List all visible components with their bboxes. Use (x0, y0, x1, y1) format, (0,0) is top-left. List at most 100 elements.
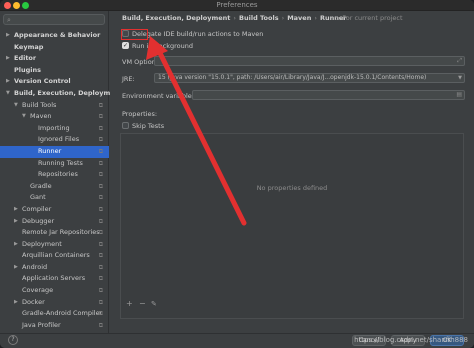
project-scope-icon: ⧉ (98, 321, 103, 329)
chevron-down-icon[interactable]: ▼ (14, 100, 18, 112)
sidebar-item-label: Version Control (14, 77, 71, 86)
chevron-down-icon[interactable]: ▼ (22, 111, 26, 123)
sidebar-item-gradle[interactable]: Gradle ⧉ (0, 181, 109, 193)
sidebar-item-label: Java Profiler (22, 320, 61, 329)
project-scope-icon: ⧉ (98, 159, 103, 167)
sidebar-item-gant[interactable]: Gant ⧉ (0, 192, 109, 204)
project-scope-icon: ⧉ (98, 136, 103, 144)
jre-select[interactable]: 15 (java version "15.0.1", path: /Users/… (154, 73, 465, 83)
project-scope-icon: ⧉ (98, 205, 103, 213)
breadcrumb-separator: › (233, 14, 237, 22)
sidebar-item-running-tests[interactable]: Running Tests ⧉ (0, 158, 109, 170)
project-scope-icon: ⧉ (98, 275, 103, 283)
sidebar-item-arquillian-containers[interactable]: Arquillian Containers ⧉ (0, 250, 109, 262)
sidebar-item-ignored-files[interactable]: Ignored Files ⧉ (0, 134, 109, 146)
skip-tests-checkbox[interactable] (122, 121, 129, 129)
project-scope-icon: ⧉ (98, 229, 103, 237)
chevron-right-icon[interactable]: ▶ (14, 204, 18, 216)
help-button[interactable]: ? (8, 335, 18, 345)
project-scope-icon: ⧉ (98, 182, 103, 190)
sidebar-item-maven[interactable]: ▼ Maven ⧉ (0, 111, 109, 123)
project-scope-icon: ⧉ (98, 194, 103, 202)
project-scope-icon: ⧉ (98, 252, 103, 260)
sidebar-item-coverage[interactable]: Coverage ⧉ (0, 285, 109, 297)
sidebar-item-docker[interactable]: ▶ Docker ⧉ (0, 297, 109, 309)
vm-options-input[interactable]: ⤢ (154, 56, 465, 66)
jre-label: JRE: (122, 75, 135, 83)
expand-icon[interactable]: ⤢ (457, 57, 462, 65)
sidebar-item-build-execution-deployment[interactable]: ▼ Build, Execution, Deployment (0, 88, 122, 100)
sidebar-item-label: Android (22, 262, 48, 271)
delegate-build-label: Delegate IDE build/run actions to Maven (132, 30, 264, 38)
run-in-background-checkbox[interactable]: ✓ (122, 41, 129, 49)
remove-property-button[interactable]: − (139, 299, 146, 308)
run-in-background-checkbox-row[interactable]: ✓ Run in background (122, 41, 193, 50)
breadcrumb: Build, Execution, Deployment › Build Tools… (122, 14, 346, 22)
sidebar-item-label: Repositories (38, 170, 78, 179)
chevron-right-icon[interactable]: ▶ (14, 297, 18, 309)
settings-sidebar: ⌕ ▶ Appearance & Behavior Keymap ▶ Editor Plu… (0, 11, 122, 333)
properties-label: Properties: (122, 110, 158, 118)
jre-value: 15 (java version "15.0.1", path: /Users/… (158, 74, 427, 81)
sidebar-item-gradle-android-compiler[interactable]: Gradle-Android Compiler ⧉ (0, 308, 109, 320)
sidebar-item-repositories[interactable]: Repositories ⧉ (0, 169, 109, 181)
sidebar-item-android[interactable]: ▶ Android ⧉ (0, 262, 109, 274)
sidebar-item-runner[interactable]: Runner ⧉ (0, 145, 109, 158)
sidebar-item-plugins[interactable]: Plugins (0, 65, 109, 77)
sidebar-item-label: Coverage (22, 286, 54, 295)
sidebar-item-label: Compiler (22, 204, 52, 213)
project-scope-icon: ⧉ (98, 101, 103, 109)
watermark-text: https://blog.csdn.net/shanfih888 (354, 336, 468, 344)
sidebar-item-label: Gradle (30, 181, 52, 190)
sidebar-item-build-tools[interactable]: ▼ Build Tools ⧉ (0, 100, 109, 112)
chevron-right-icon[interactable]: ▶ (14, 239, 18, 251)
project-scope-icon: ⧉ (98, 310, 103, 318)
chevron-right-icon[interactable]: ▶ (6, 53, 10, 65)
breadcrumb-item: Build Tools (239, 14, 279, 22)
runner-settings-panel: Build, Execution, Deployment › Build Tools… (110, 11, 474, 333)
sidebar-item-label: Editor (14, 54, 37, 63)
settings-search-input[interactable]: ⌕ (3, 14, 105, 25)
settings-tree: ▶ Appearance & Behavior Keymap ▶ Editor Plugi… (0, 30, 122, 332)
properties-table[interactable]: No properties defined (120, 133, 464, 319)
sidebar-item-label: Maven (30, 112, 52, 121)
folder-icon[interactable]: ▤ (456, 91, 462, 99)
sidebar-item-importing[interactable]: Importing ⧉ (0, 123, 109, 135)
project-scope-icon: ⧉ (98, 171, 103, 179)
sidebar-item-deployment[interactable]: ▶ Deployment ⧉ (0, 239, 109, 251)
project-scope-icon: ⧉ (98, 217, 103, 225)
sidebar-item-editor[interactable]: ▶ Editor (0, 53, 109, 65)
sidebar-item-remote-jar-repositories[interactable]: Remote Jar Repositories ⧉ (0, 227, 109, 239)
sidebar-item-label: Running Tests (38, 158, 83, 167)
sidebar-item-label: Arquillian Containers (22, 251, 90, 260)
sidebar-item-appearance-behavior[interactable]: ▶ Appearance & Behavior (0, 30, 109, 42)
environment-variables-label: Environment variables: (122, 92, 198, 100)
sidebar-item-compiler[interactable]: ▶ Compiler ⧉ (0, 204, 109, 216)
sidebar-item-label: Importing (38, 123, 70, 132)
sidebar-item-label: Deployment (22, 239, 62, 248)
title-bar: Preferences (0, 0, 474, 11)
environment-variables-input[interactable]: ▤ (192, 90, 465, 100)
project-scope-icon: ⧉ (98, 113, 103, 121)
properties-toolbar: + − ✎ (120, 299, 464, 313)
sidebar-item-label: Runner (38, 146, 62, 155)
sidebar-item-label: Application Servers (22, 274, 86, 283)
sidebar-item-debugger[interactable]: ▶ Debugger ⧉ (0, 216, 109, 228)
chevron-right-icon[interactable]: ▶ (14, 216, 18, 228)
breadcrumb-separator: › (314, 14, 317, 22)
chevron-down-icon: ▼ (458, 75, 462, 81)
skip-tests-checkbox-row[interactable]: Skip Tests (122, 121, 164, 130)
chevron-down-icon[interactable]: ▼ (6, 88, 10, 100)
edit-property-button[interactable]: ✎ (151, 300, 157, 308)
sidebar-item-application-servers[interactable]: Application Servers ⧉ (0, 273, 109, 285)
add-property-button[interactable]: + (126, 299, 133, 308)
chevron-right-icon[interactable]: ▶ (14, 262, 18, 274)
run-in-background-label: Run in background (132, 42, 193, 50)
chevron-right-icon[interactable]: ▶ (6, 76, 10, 88)
sidebar-item-version-control[interactable]: ▶ Version Control (0, 76, 109, 88)
sidebar-item-keymap[interactable]: Keymap (0, 42, 109, 54)
chevron-right-icon[interactable]: ▶ (6, 30, 10, 42)
sidebar-item-label: Ignored Files (38, 135, 80, 144)
project-scope-icon: ⧉ (98, 287, 103, 295)
sidebar-item-java-profiler[interactable]: Java Profiler ⧉ (0, 320, 109, 332)
